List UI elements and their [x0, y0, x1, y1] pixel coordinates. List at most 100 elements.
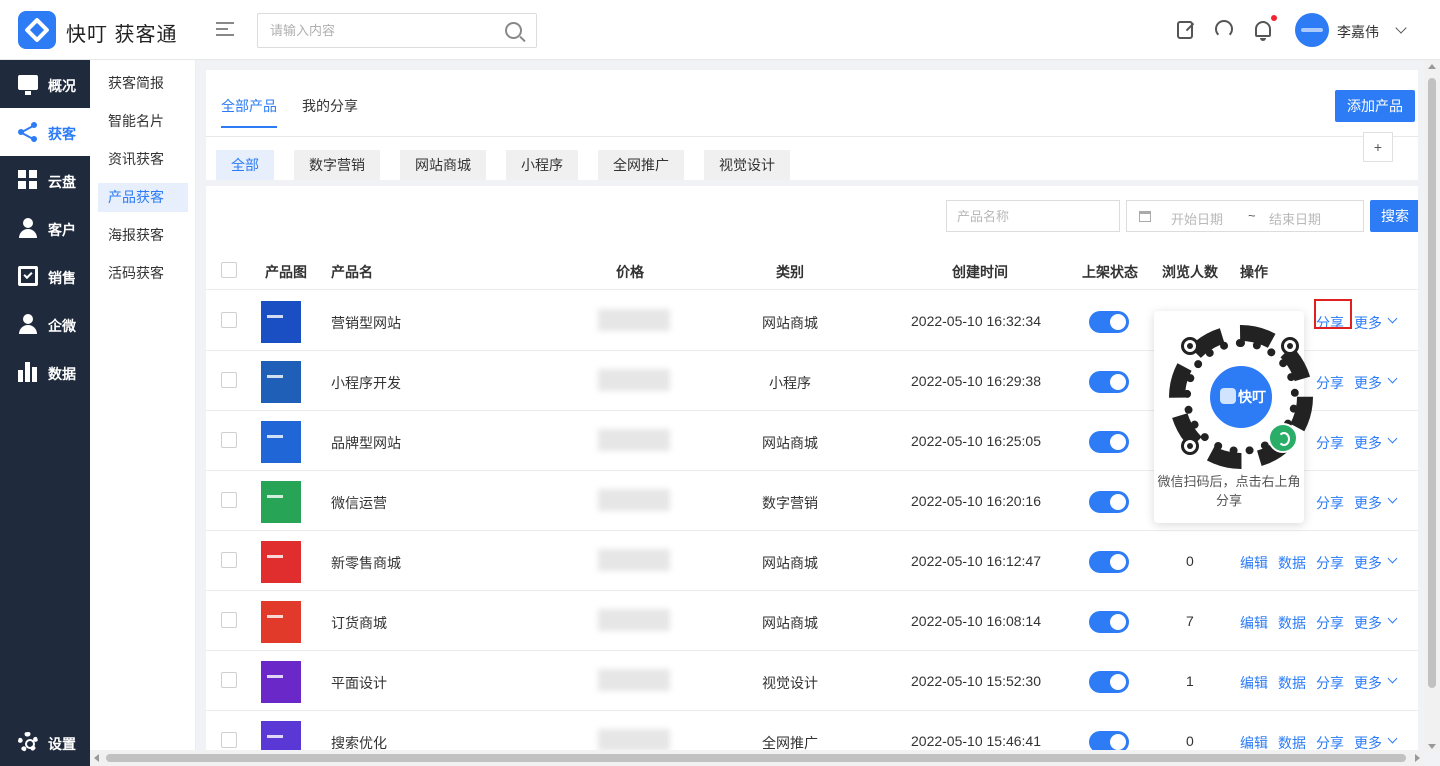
more-link[interactable]: 更多: [1354, 373, 1382, 393]
chevron-down-icon[interactable]: [1387, 553, 1398, 564]
listing-status-toggle[interactable]: [1089, 371, 1129, 393]
nav-item-data[interactable]: 数据: [0, 348, 90, 396]
search-icon[interactable]: [505, 22, 522, 39]
chevron-down-icon[interactable]: [1387, 613, 1398, 624]
share-link[interactable]: 分享: [1316, 493, 1344, 513]
nav-item-cloud[interactable]: 云盘: [0, 156, 90, 204]
product-thumbnail[interactable]: [261, 601, 301, 643]
share-link[interactable]: 分享: [1316, 613, 1344, 633]
sub-item-news[interactable]: 资讯获客: [98, 145, 188, 174]
sub-item-livecode[interactable]: 活码获客: [98, 259, 188, 288]
more-link[interactable]: 更多: [1354, 493, 1382, 513]
share-icon: [18, 122, 38, 142]
menu-toggle-icon[interactable]: [216, 22, 234, 38]
share-link[interactable]: 分享: [1316, 433, 1344, 453]
add-product-button[interactable]: 添加产品: [1335, 90, 1415, 122]
row-checkbox[interactable]: [221, 552, 237, 568]
listing-status-toggle[interactable]: [1089, 491, 1129, 513]
table-row: 平面设计 视觉设计 2022-05-10 15:52:30 1 编辑 数据 分享 更多: [206, 651, 1418, 711]
search-button[interactable]: 搜索: [1370, 200, 1418, 232]
headset-icon[interactable]: [1215, 20, 1233, 38]
share-link[interactable]: 分享: [1316, 673, 1344, 693]
add-category-button[interactable]: +: [1363, 132, 1393, 162]
listing-status-toggle[interactable]: [1089, 551, 1129, 573]
horizontal-scrollbar[interactable]: [90, 750, 1424, 766]
data-link[interactable]: 数据: [1278, 553, 1306, 573]
more-link[interactable]: 更多: [1354, 433, 1382, 453]
chevron-down-icon[interactable]: [1395, 22, 1407, 34]
tab-my-shares[interactable]: 我的分享: [302, 96, 358, 116]
user-name[interactable]: 李嘉伟: [1337, 22, 1379, 42]
scroll-thumb[interactable]: [1428, 78, 1436, 688]
row-checkbox[interactable]: [221, 492, 237, 508]
category-all[interactable]: 全部: [216, 150, 274, 180]
product-thumbnail[interactable]: [261, 301, 301, 343]
chevron-down-icon[interactable]: [1387, 373, 1398, 384]
listing-status-toggle[interactable]: [1089, 611, 1129, 633]
chevron-down-icon[interactable]: [1387, 733, 1398, 744]
data-link[interactable]: 数据: [1278, 673, 1306, 693]
scroll-right-icon[interactable]: [1415, 754, 1420, 762]
share-link[interactable]: 分享: [1316, 553, 1344, 573]
product-thumbnail[interactable]: [261, 361, 301, 403]
tab-all-products[interactable]: 全部产品: [221, 96, 277, 116]
date-range-picker[interactable]: 开始日期 ~ 结束日期: [1126, 200, 1364, 232]
nav-item-customer[interactable]: 客户: [0, 204, 90, 252]
row-checkbox[interactable]: [221, 372, 237, 388]
sub-item-poster[interactable]: 海报获客: [98, 221, 188, 250]
nav-item-acquire[interactable]: 获客: [0, 108, 90, 156]
row-checkbox[interactable]: [221, 432, 237, 448]
edit-link[interactable]: 编辑: [1240, 613, 1268, 633]
row-checkbox[interactable]: [221, 672, 237, 688]
product-thumbnail[interactable]: [261, 721, 301, 753]
scroll-down-icon[interactable]: [1428, 744, 1436, 749]
product-name-input[interactable]: [946, 200, 1120, 232]
scroll-left-icon[interactable]: [94, 754, 99, 762]
end-date[interactable]: 结束日期: [1269, 209, 1321, 228]
edit-link[interactable]: 编辑: [1240, 553, 1268, 573]
row-checkbox[interactable]: [221, 732, 237, 748]
product-thumbnail[interactable]: [261, 541, 301, 583]
category-visual-design[interactable]: 视觉设计: [704, 150, 790, 180]
category-web-promotion[interactable]: 全网推广: [598, 150, 684, 180]
nav-item-wecom[interactable]: 企微: [0, 300, 90, 348]
more-link[interactable]: 更多: [1354, 313, 1382, 333]
qr-code-icon[interactable]: 快叮: [1169, 325, 1313, 469]
nav-item-sales[interactable]: 销售: [0, 252, 90, 300]
more-link[interactable]: 更多: [1354, 553, 1382, 573]
listing-status-toggle[interactable]: [1089, 431, 1129, 453]
category-mini-program[interactable]: 小程序: [506, 150, 578, 180]
more-link[interactable]: 更多: [1354, 673, 1382, 693]
scroll-thumb[interactable]: [106, 754, 1406, 762]
avatar[interactable]: [1295, 13, 1329, 47]
nav-item-settings[interactable]: 设置: [0, 718, 90, 766]
listing-status-toggle[interactable]: [1089, 311, 1129, 333]
listing-status-toggle[interactable]: [1089, 671, 1129, 693]
product-thumbnail[interactable]: [261, 421, 301, 463]
category-site-mall[interactable]: 网站商城: [400, 150, 486, 180]
product-thumbnail[interactable]: [261, 661, 301, 703]
data-link[interactable]: 数据: [1278, 613, 1306, 633]
nav-item-overview[interactable]: 概况: [0, 60, 90, 108]
select-all-checkbox[interactable]: [221, 262, 237, 278]
scroll-up-icon[interactable]: [1428, 64, 1436, 69]
category-digital-marketing[interactable]: 数字营销: [294, 150, 380, 180]
more-link[interactable]: 更多: [1354, 613, 1382, 633]
row-checkbox[interactable]: [221, 612, 237, 628]
sub-item-brief[interactable]: 获客简报: [98, 69, 188, 98]
share-link[interactable]: 分享: [1316, 373, 1344, 393]
chevron-down-icon[interactable]: [1387, 673, 1398, 684]
bell-icon[interactable]: [1255, 21, 1271, 41]
chevron-down-icon[interactable]: [1387, 433, 1398, 444]
row-checkbox[interactable]: [221, 312, 237, 328]
vertical-scrollbar[interactable]: [1424, 60, 1440, 753]
chevron-down-icon[interactable]: [1387, 493, 1398, 504]
edit-link[interactable]: 编辑: [1240, 673, 1268, 693]
product-thumbnail[interactable]: [261, 481, 301, 523]
sub-item-card[interactable]: 智能名片: [98, 107, 188, 136]
search-input[interactable]: [258, 14, 488, 47]
sub-item-product[interactable]: 产品获客: [98, 183, 188, 212]
chevron-down-icon[interactable]: [1387, 313, 1398, 324]
edit-icon[interactable]: [1177, 21, 1193, 39]
start-date[interactable]: 开始日期: [1171, 209, 1223, 228]
